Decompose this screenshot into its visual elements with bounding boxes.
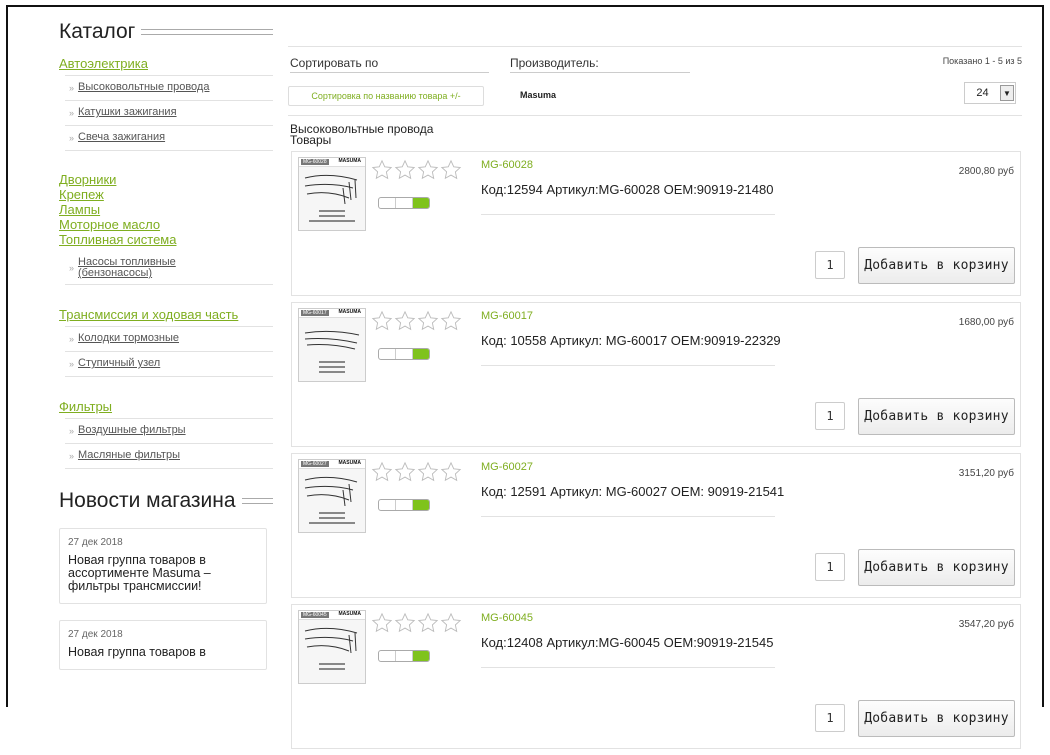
add-to-cart-button[interactable]: Добавить в корзину — [858, 247, 1015, 284]
manufacturer-label: Производитель: — [510, 56, 690, 73]
subcategory-item[interactable]: » Ступичный узел — [65, 352, 273, 377]
product-card: MG-60017 MASUMA MG-60017 Код: 10558 Артик… — [291, 302, 1021, 447]
product-description: Код: 12591 Артикул: MG-60027 OEM: 90919-… — [481, 484, 785, 499]
news-date: 27 дек 2018 — [68, 629, 123, 640]
product-price: 1680,00 руб — [958, 317, 1014, 328]
catalog-heading: Каталог — [59, 18, 273, 46]
subcategory-item[interactable]: » Воздушные фильтры — [65, 419, 273, 444]
product-image[interactable]: MG-60017 MASUMA — [298, 308, 366, 382]
news-text[interactable]: Новая группа товаров в — [68, 646, 258, 659]
star-icon — [417, 159, 439, 180]
subcategory-item[interactable]: » Насосы топливные (бензонасосы) — [65, 251, 273, 285]
star-icon — [371, 461, 393, 482]
product-price: 2800,80 руб — [958, 166, 1014, 177]
add-to-cart-button[interactable]: Добавить в корзину — [858, 700, 1015, 737]
sort-label: Сортировать по — [290, 56, 490, 73]
chevron-down-icon[interactable]: ▼ — [1000, 85, 1014, 101]
star-icon — [417, 612, 439, 633]
news-item[interactable]: 27 дек 2018 Новая группа товаров в ассор… — [59, 528, 267, 604]
star-icon — [417, 461, 439, 482]
sidebar: Каталог Автоэлектрика » Высоковольтные пр… — [59, 18, 273, 670]
stock-indicator — [378, 499, 430, 511]
product-card: MG-60045 MASUMA MG-60045 Код:12408 Артику… — [291, 604, 1021, 749]
subcategory-list: » Насосы топливные (бензонасосы) — [65, 251, 273, 285]
star-icon — [371, 159, 393, 180]
rating-stars[interactable] — [371, 310, 463, 332]
product-description: Код:12408 Артикул:MG-60045 OEM:90919-215… — [481, 635, 774, 650]
products-subtitle: Товары — [290, 133, 332, 147]
subcategory-item[interactable]: » Свеча зажигания — [65, 126, 273, 151]
star-icon — [371, 612, 393, 633]
add-to-cart-button[interactable]: Добавить в корзину — [858, 549, 1015, 586]
subcategory-item[interactable]: » Масляные фильтры — [65, 444, 273, 469]
per-page-value: 24 — [976, 87, 989, 99]
star-icon — [394, 310, 416, 331]
quantity-input[interactable]: 1 — [815, 402, 845, 430]
star-icon — [440, 159, 462, 180]
sort-by-name-button[interactable]: Сортировка по названию товара +/- — [288, 86, 484, 106]
product-description: Код: 10558 Артикул: MG-60017 OEM:90919-2… — [481, 333, 781, 348]
rating-stars[interactable] — [371, 159, 463, 181]
stock-indicator — [378, 650, 430, 662]
catalog-title: Каталог — [59, 20, 136, 43]
category-link-fasteners[interactable]: Крепеж — [59, 187, 273, 202]
news-text[interactable]: Новая группа товаров в ассортименте Masu… — [68, 554, 258, 593]
product-name-link[interactable]: MG-60027 — [481, 461, 533, 473]
subcategory-item[interactable]: » Катушки зажигания — [65, 101, 273, 126]
category-link-wipers[interactable]: Дворники — [59, 172, 273, 187]
manufacturer-filter-masuma[interactable]: Masuma — [520, 90, 556, 100]
subcategory-list: » Воздушные фильтры » Масляные фильтры — [65, 418, 273, 469]
product-name-link[interactable]: MG-60028 — [481, 159, 533, 171]
news-item[interactable]: 27 дек 2018 Новая группа товаров в — [59, 620, 267, 670]
category-link-transmission[interactable]: Трансмиссия и ходовая часть — [59, 307, 273, 322]
per-page-select[interactable]: 24 ▼ — [964, 82, 1016, 104]
product-list: MG-60028 MASUMA MG-60028 Код:12594 Артику… — [291, 151, 1021, 755]
star-icon — [440, 461, 462, 482]
news-date: 27 дек 2018 — [68, 537, 123, 548]
stock-indicator — [378, 197, 430, 209]
star-icon — [440, 612, 462, 633]
subcategory-list: » Высоковольтные провода » Катушки зажиган… — [65, 75, 273, 151]
product-name-link[interactable]: MG-60017 — [481, 310, 533, 322]
product-description: Код:12594 Артикул:MG-60028 OEM:90919-214… — [481, 182, 774, 197]
product-image[interactable]: MG-60027 MASUMA — [298, 459, 366, 533]
rating-stars[interactable] — [371, 612, 463, 634]
category-heading: Высоковольтные провода Товары — [290, 123, 433, 147]
product-price: 3151,20 руб — [958, 468, 1014, 479]
subcategory-item[interactable]: » Колодки тормозные — [65, 327, 273, 352]
news-heading: Новости магазина — [59, 487, 273, 515]
stock-indicator — [378, 348, 430, 360]
category-link-filters[interactable]: Фильтры — [59, 399, 273, 414]
rating-stars[interactable] — [371, 461, 463, 483]
category-link-fuel-system[interactable]: Топливная система — [59, 232, 273, 247]
quantity-input[interactable]: 1 — [815, 553, 845, 581]
category-link-lamps[interactable]: Лампы — [59, 202, 273, 217]
star-icon — [440, 310, 462, 331]
subcategory-item[interactable]: » Высоковольтные провода — [65, 76, 273, 101]
product-card: MG-60028 MASUMA MG-60028 Код:12594 Артику… — [291, 151, 1021, 296]
quantity-input[interactable]: 1 — [815, 704, 845, 732]
category-link-motor-oil[interactable]: Моторное масло — [59, 217, 273, 232]
star-icon — [371, 310, 393, 331]
category-link-autoelectrics[interactable]: Автоэлектрика — [59, 56, 273, 71]
product-name-link[interactable]: MG-60045 — [481, 612, 533, 624]
star-icon — [394, 461, 416, 482]
news-title: Новости магазина — [59, 489, 236, 512]
product-price: 3547,20 руб — [958, 619, 1014, 630]
subcategory-list: » Колодки тормозные » Ступичный узел — [65, 326, 273, 377]
star-icon — [394, 612, 416, 633]
results-count: Показано 1 - 5 из 5 — [942, 56, 1022, 66]
quantity-input[interactable]: 1 — [815, 251, 845, 279]
star-icon — [394, 159, 416, 180]
add-to-cart-button[interactable]: Добавить в корзину — [858, 398, 1015, 435]
star-icon — [417, 310, 439, 331]
product-card: MG-60027 MASUMA MG-60027 Код: 12591 Артик… — [291, 453, 1021, 598]
product-image[interactable]: MG-60028 MASUMA — [298, 157, 366, 231]
